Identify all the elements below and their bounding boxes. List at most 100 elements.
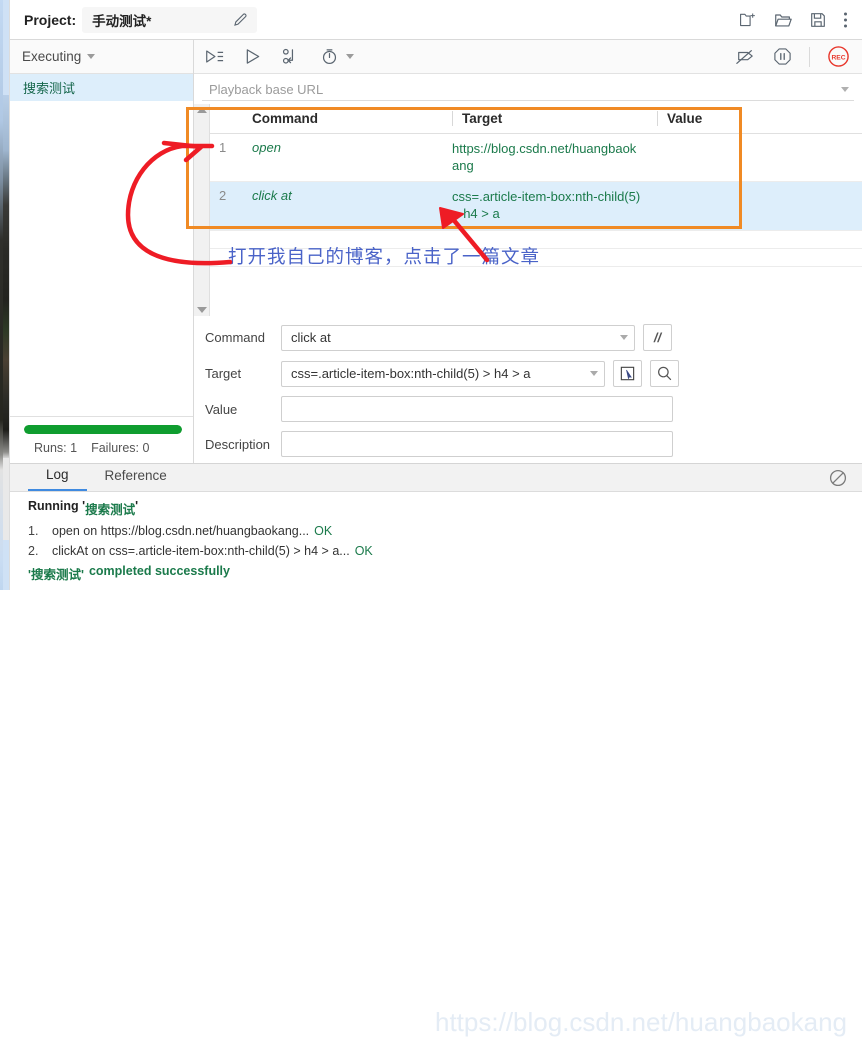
log-entry: 2. clickAt on css=.article-item-box:nth-… [28, 544, 862, 558]
value-input[interactable] [281, 396, 673, 422]
execution-mode-label: Executing [22, 49, 82, 64]
table-row-empty[interactable] [210, 248, 862, 267]
tab-log-label: Log [46, 466, 69, 482]
log-running-test: 搜索测试 [85, 503, 136, 517]
test-list-item[interactable]: 搜索测试 [10, 74, 193, 101]
command-input-value: click at [291, 330, 331, 345]
chevron-down-icon[interactable] [87, 54, 96, 59]
commands-table-wrap: Command Target Value 1 open https://blog… [194, 104, 862, 316]
command-field-label: Command [205, 330, 265, 345]
test-list: 搜索测试 [10, 74, 193, 416]
comment-button[interactable]: // [643, 324, 672, 351]
test-name: 搜索测试 [23, 81, 76, 96]
save-project-icon[interactable] [809, 11, 827, 29]
ide-root: Project: 手动测试* Executing 搜索测试 Runs: 1 Fa… [9, 0, 862, 1037]
disable-breakpoints-icon[interactable] [734, 48, 756, 66]
row-command[interactable]: open [242, 133, 442, 183]
base-url-placeholder: Playback base URL [209, 82, 324, 97]
project-name-box[interactable]: 手动测试* [82, 6, 258, 33]
log-tabs: Log Reference [10, 464, 862, 492]
col-value: Value [647, 104, 862, 134]
app-header: Project: 手动测试* [10, 0, 862, 40]
target-field-label: Target [205, 366, 242, 381]
new-project-icon[interactable] [738, 10, 757, 29]
target-input[interactable]: css=.article-item-box:nth-child(5) > h4 … [281, 360, 605, 387]
col-target: Target [442, 104, 647, 134]
description-input[interactable] [281, 431, 673, 457]
base-url-row: Playback base URL [194, 74, 862, 104]
project-label: Project: [24, 11, 77, 28]
pencil-icon[interactable] [232, 11, 249, 28]
scroll-down-arrow-icon[interactable] [196, 307, 207, 313]
failures-count: Failures: 0 [91, 441, 150, 455]
clear-log-icon[interactable] [828, 468, 848, 491]
log-completed-test: '搜索测试' [28, 568, 84, 582]
log-entry-status: OK [314, 524, 333, 538]
commands-table: Command Target Value 1 open https://blog… [210, 104, 862, 267]
log-body: Running ' 搜索测试 ' 1. open on https://blog.c… [10, 492, 862, 583]
target-input-value: css=.article-item-box:nth-child(5) > h4 … [291, 366, 531, 381]
more-options-icon[interactable] [843, 11, 848, 29]
log-entry-text: open on https://blog.csdn.net/huangbaoka… [52, 524, 310, 538]
table-row-empty[interactable] [210, 230, 862, 249]
step-icon[interactable] [282, 48, 301, 65]
svg-text:REC: REC [831, 54, 845, 61]
log-entry-number: 2. [28, 544, 39, 558]
chevron-down-icon[interactable] [346, 54, 354, 59]
log-running-line: Running ' 搜索测试 ' [28, 499, 862, 518]
tab-log[interactable]: Log [28, 464, 87, 491]
log-entry: 1. open on https://blog.csdn.net/huangba… [28, 524, 862, 538]
speed-icon[interactable] [321, 48, 354, 65]
log-completed-line: '搜索测试' completed successfully [28, 564, 862, 583]
log-completed-text: completed successfully [88, 564, 230, 578]
log-entry-number: 1. [28, 524, 39, 538]
header-actions [738, 10, 852, 30]
find-target-icon[interactable] [650, 360, 679, 387]
table-row[interactable]: 2 click at css=.article-item-box:nth-chi… [210, 181, 862, 231]
selenium-ide-window: Project: 手动测试* Executing 搜索测试 Runs: 1 Fa… [0, 0, 862, 1037]
pause-icon[interactable] [773, 47, 792, 66]
run-summary: Runs: 1 Failures: 0 [10, 416, 193, 463]
run-all-tests-icon[interactable] [204, 48, 224, 65]
toolbar-divider [809, 46, 810, 67]
open-project-icon[interactable] [773, 10, 793, 30]
chevron-down-icon[interactable] [590, 371, 598, 376]
commands-scrollbar[interactable] [194, 104, 210, 316]
tab-reference[interactable]: Reference [87, 464, 185, 491]
chevron-down-icon[interactable] [841, 87, 849, 92]
log-entry-status: OK [354, 544, 373, 558]
command-form: Command click at // Target css=.article-… [194, 316, 862, 463]
chevron-down-icon[interactable] [620, 335, 628, 340]
watermark: https://blog.csdn.net/huangbaokang [435, 1007, 847, 1037]
record-icon[interactable]: REC [827, 45, 850, 68]
table-header-row: Command Target Value [210, 104, 862, 134]
command-input[interactable]: click at [281, 324, 635, 351]
log-running-suffix: ' [135, 499, 139, 513]
editor-panel: REC Playback base URL Command Target Val… [194, 40, 862, 463]
select-target-icon[interactable] [613, 360, 642, 387]
test-sidebar: Executing 搜索测试 Runs: 1 Failures: 0 [10, 40, 194, 463]
value-field-label: Value [205, 401, 238, 417]
row-value[interactable] [647, 133, 862, 183]
tab-reference-label: Reference [104, 467, 167, 483]
row-target[interactable]: css=.article-item-box:nth-child(5) > h4 … [442, 181, 647, 231]
execution-mode-selector[interactable]: Executing [10, 40, 193, 74]
row-target[interactable]: https://blog.csdn.net/huangbaokang [442, 133, 647, 183]
run-current-test-icon[interactable] [244, 48, 262, 65]
row-command[interactable]: click at [242, 181, 442, 231]
project-name: 手动测试* [92, 13, 152, 29]
base-url-input[interactable]: Playback base URL [202, 79, 854, 101]
scroll-up-arrow-icon[interactable] [196, 107, 207, 113]
table-row[interactable]: 1 open https://blog.csdn.net/huangbaokan… [210, 133, 862, 183]
playback-toolbar: REC [194, 40, 862, 74]
background-browser-edge [0, 0, 3, 590]
runs-count: Runs: 1 [34, 441, 78, 455]
row-value[interactable] [647, 181, 862, 231]
description-field-label: Description [205, 436, 271, 452]
log-entry-text: clickAt on css=.article-item-box:nth-chi… [52, 544, 350, 558]
row-number: 1 [210, 133, 242, 183]
log-panel: Log Reference Running ' 搜索测试 ' 1. open o… [10, 463, 862, 1037]
col-number [210, 104, 242, 134]
progress-bar [24, 425, 182, 434]
log-running-prefix: Running ' [28, 499, 86, 513]
